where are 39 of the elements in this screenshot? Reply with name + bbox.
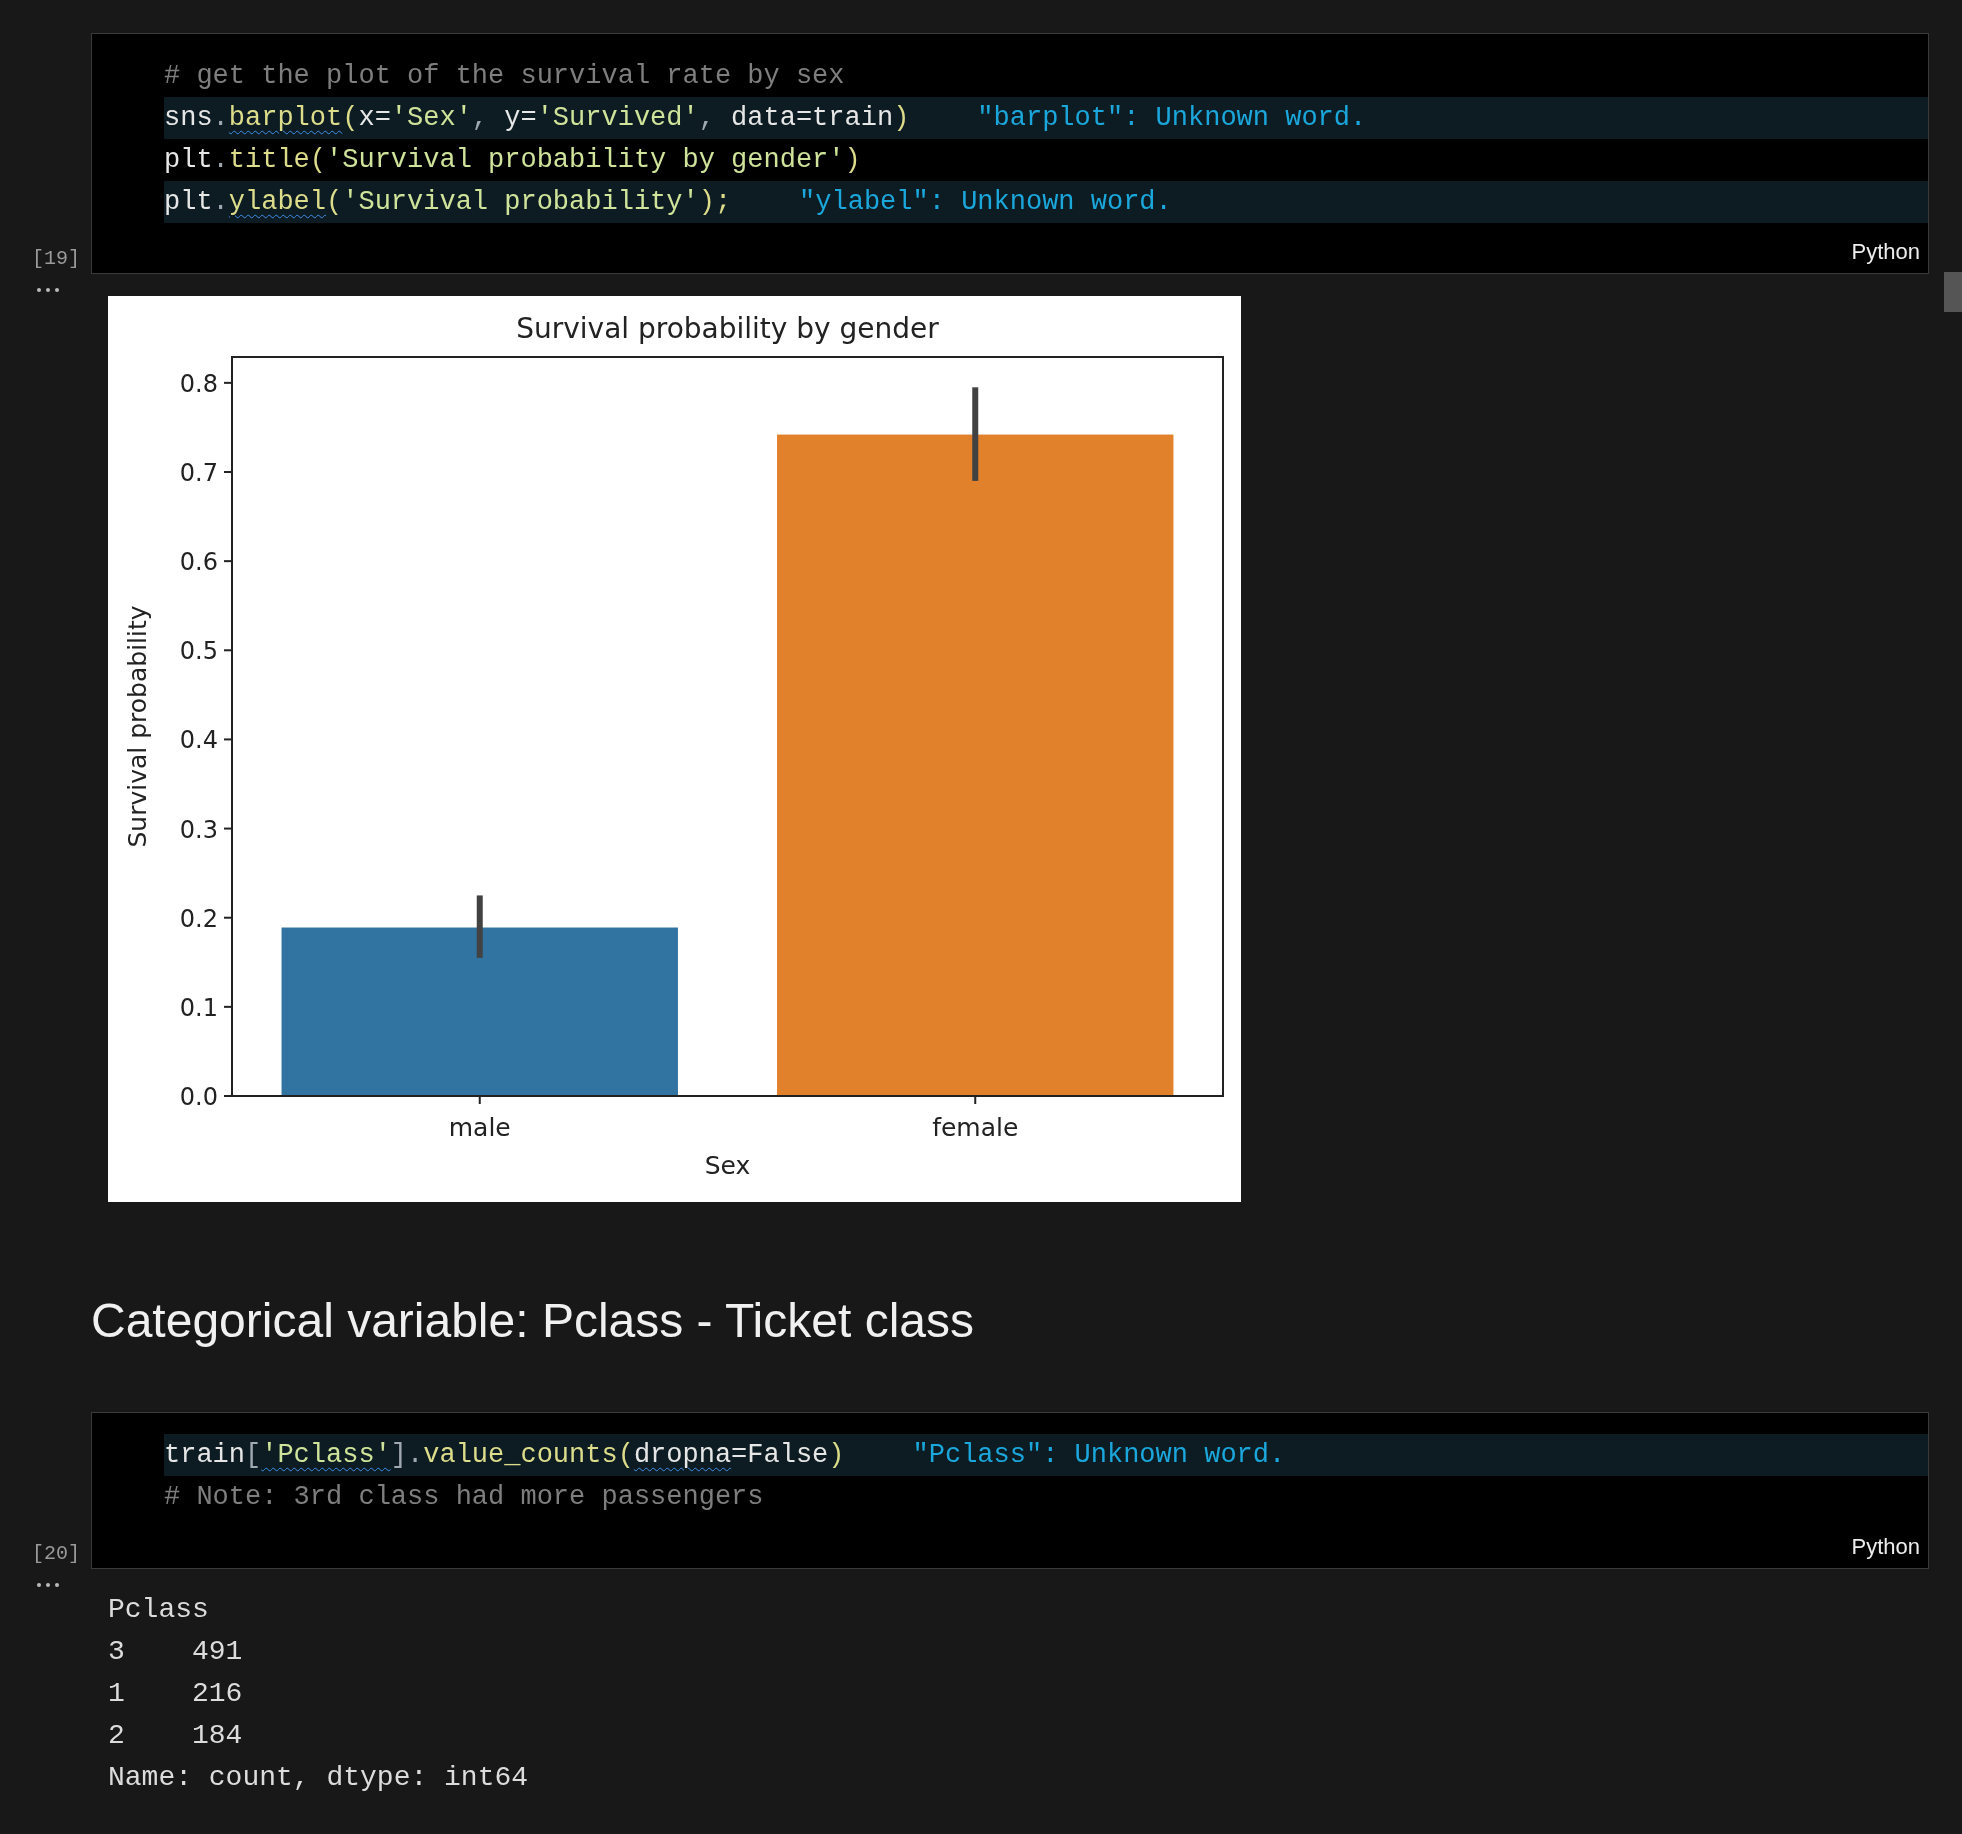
code-line: plt.title('Survival probability by gender') xyxy=(164,145,861,175)
y-tick-label: 0.6 xyxy=(179,548,218,577)
x-tick-label: female xyxy=(932,1113,1019,1142)
x-tick-label: male xyxy=(448,1113,511,1142)
y-tick-label: 0.7 xyxy=(179,459,218,487)
code-line: plt.ylabel('Survival probability'); xyxy=(164,187,732,217)
scrollbar-thumb[interactable] xyxy=(1944,272,1962,312)
error-bar xyxy=(476,895,483,958)
diagnostic-hint: "barplot": Unknown word. xyxy=(977,103,1367,133)
code-line: sns.barplot(x='Sex', y='Survived', data=train) xyxy=(164,103,910,133)
language-label[interactable]: Python xyxy=(92,223,1928,273)
output-line: Name: count, dtype: int64 xyxy=(108,1761,530,1795)
y-tick-label: 0.2 xyxy=(179,904,218,933)
y-axis-label: Survival probability xyxy=(123,605,152,848)
output-line: 1 216 xyxy=(108,1677,244,1711)
diagnostic-hint: "Pclass": Unknown word. xyxy=(912,1440,1286,1470)
code-cell[interactable]: train['Pclass'].value_counts(dropna=False) "Pclass": Unknown word. # Note: 3rd class had more passengers Python xyxy=(91,1412,1929,1569)
x-axis-label: Sex xyxy=(704,1151,751,1180)
y-tick-label: 0.4 xyxy=(179,726,218,755)
diagnostic-hint: "ylabel": Unknown word. xyxy=(799,187,1172,217)
code-line: # get the plot of the survival rate by sex xyxy=(164,61,845,91)
y-tick-label: 0.5 xyxy=(179,637,218,666)
y-tick-label: 0.1 xyxy=(179,993,218,1022)
more-icon[interactable] xyxy=(36,1581,60,1589)
output-line: 3 491 xyxy=(108,1635,244,1669)
more-icon[interactable] xyxy=(36,286,60,294)
y-tick-label: 0.0 xyxy=(179,1083,218,1111)
code-line: # Note: 3rd class had more passengers xyxy=(164,1482,764,1512)
execution-count: [19] xyxy=(32,247,80,270)
section-heading: Categorical variable: Pclass - Ticket class xyxy=(91,1294,975,1348)
output-line: 2 184 xyxy=(108,1719,244,1753)
output-line: Pclass xyxy=(108,1593,210,1627)
language-label[interactable]: Python xyxy=(92,1518,1928,1568)
chart-title: Survival probability by gender xyxy=(516,312,939,345)
y-tick-label: 0.8 xyxy=(179,369,218,398)
code-cell[interactable] xyxy=(91,33,1929,274)
y-tick-label: 0.3 xyxy=(179,815,218,844)
execution-count: [20] xyxy=(32,1542,80,1565)
code-line: train['Pclass'].value_counts(dropna=False) xyxy=(164,1440,845,1470)
